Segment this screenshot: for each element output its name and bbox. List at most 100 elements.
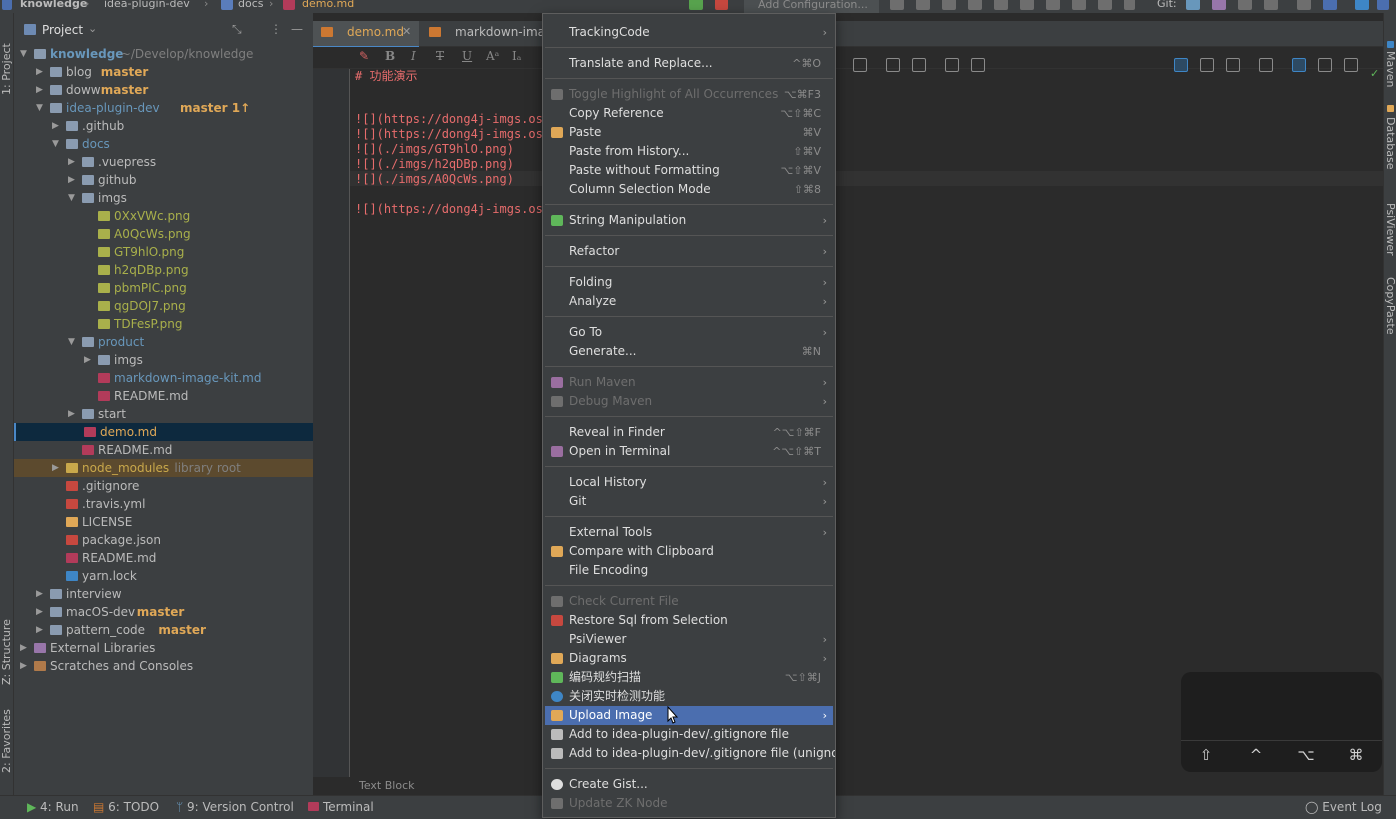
profile-icon[interactable] [968, 0, 982, 10]
menu-item-column-selection-mode[interactable]: Column Selection Mode ⇧⌘8 [545, 180, 833, 199]
image-icon[interactable] [945, 58, 959, 72]
menu-item-paste[interactable]: Paste ⌘V [545, 123, 833, 142]
subscript-icon[interactable]: Iₐ [512, 49, 521, 63]
tree-row[interactable]: package.json [14, 531, 313, 549]
tab-demo-md[interactable]: demo.md ✕ [313, 21, 419, 49]
breadcrumb-demo-md[interactable]: demo.md [302, 0, 354, 10]
menu-item-restore-sql-from-selection[interactable]: Restore Sql from Selection [545, 611, 833, 630]
underline-icon[interactable]: U [462, 49, 472, 63]
tree-row[interactable]: TDFesP.png [14, 315, 313, 333]
italic-icon[interactable]: I [411, 49, 416, 63]
chevron-right-icon[interactable]: ▶ [68, 405, 78, 423]
translate-icon[interactable] [1355, 0, 1369, 10]
search-icon[interactable] [1297, 0, 1311, 10]
collapse-all-icon[interactable]: ⤡ [232, 22, 242, 37]
menu-item-debug-maven[interactable]: Debug Maven › [545, 392, 833, 411]
menu-item-external-tools[interactable]: External Tools › [545, 523, 833, 542]
version-control-tool-tab[interactable]: ᛘ 9: Version Control [176, 800, 294, 814]
tree-row[interactable]: ▶ .vuepress [14, 153, 313, 171]
tool-icon[interactable] [1098, 0, 1112, 10]
chevron-right-icon[interactable]: ▶ [84, 351, 94, 369]
chevron-down-icon[interactable]: ⌄ [88, 22, 97, 35]
menu-item-check-current-file[interactable]: Check Current File [545, 592, 833, 611]
table-icon[interactable] [853, 58, 867, 72]
tree-row[interactable]: yarn.lock [14, 567, 313, 585]
tree-row[interactable]: qgDOJ7.png [14, 297, 313, 315]
menu-item-copy-reference[interactable]: Copy Reference ⌥⇧⌘C [545, 104, 833, 123]
chevron-right-icon[interactable]: ▶ [36, 621, 46, 639]
debug-icon[interactable] [916, 0, 930, 10]
more-options-icon[interactable]: ⋮ [270, 22, 282, 36]
chevron-down-icon[interactable]: ▼ [36, 99, 46, 117]
project-tool-tab[interactable]: 1: Project [0, 43, 13, 95]
tree-row[interactable]: ▶ blog master [14, 63, 313, 81]
chevron-right-icon[interactable]: ▶ [36, 585, 46, 603]
menu-item-toggle-highlight-of-all-occurrences[interactable]: Toggle Highlight of All Occurrences ⌥⌘F3 [545, 85, 833, 104]
tree-row[interactable]: ▶ macOS-dev master [14, 603, 313, 621]
edit-icon[interactable] [1226, 58, 1240, 72]
tree-row[interactable]: pbmPIC.png [14, 279, 313, 297]
layout-icon[interactable] [1318, 58, 1332, 72]
tree-row[interactable]: ▶ imgs [14, 351, 313, 369]
menu-item-folding[interactable]: Folding › [545, 273, 833, 292]
menu-item-paste-from-history[interactable]: Paste from History... ⇧⌘V [545, 142, 833, 161]
add-configuration-button[interactable]: Add Configuration... [744, 0, 879, 13]
build-hammer-icon[interactable] [715, 0, 728, 10]
menu-item-file-encoding[interactable]: File Encoding [545, 561, 833, 580]
menu-item-upload-image[interactable]: Upload Image › [545, 706, 833, 725]
tool-icon[interactable] [1046, 0, 1060, 10]
tree-row[interactable]: ▶ External Libraries [14, 639, 313, 657]
tree-row[interactable]: .gitignore [14, 477, 313, 495]
chevron-right-icon[interactable]: ▶ [36, 63, 46, 81]
superscript-icon[interactable]: Aᵃ [486, 49, 499, 63]
option-key[interactable]: ⌥ [1281, 742, 1331, 768]
menu-item-git[interactable]: Git › [545, 492, 833, 511]
split-view-icon[interactable] [1292, 58, 1306, 72]
tool-icon[interactable] [994, 0, 1008, 10]
git-update-icon[interactable] [1186, 0, 1200, 10]
copy-icon[interactable] [971, 58, 985, 72]
control-key[interactable]: ^ [1231, 742, 1281, 768]
tree-row[interactable]: ▼ docs [14, 135, 313, 153]
tree-row[interactable]: ▼ idea-plugin-dev master 1↑ [14, 99, 313, 117]
chevron-right-icon[interactable]: ▶ [68, 171, 78, 189]
breadcrumb-docs[interactable]: docs [238, 0, 264, 10]
menu-item-open-in-terminal[interactable]: Open in Terminal ^⌥⇧⌘T [545, 442, 833, 461]
tree-row[interactable]: A0QcWs.png [14, 225, 313, 243]
breadcrumb-idea-plugin-dev[interactable]: idea-plugin-dev [104, 0, 190, 10]
tool-icon[interactable] [1072, 0, 1086, 10]
tree-row[interactable]: ▶ interview [14, 585, 313, 603]
menu-item-compare-with-clipboard[interactable]: Compare with Clipboard [545, 542, 833, 561]
bold-icon[interactable]: B [385, 49, 395, 63]
tree-row[interactable]: h2qDBp.png [14, 261, 313, 279]
hide-panel-icon[interactable]: — [291, 22, 303, 36]
menu-item-cjk[interactable]: 编码规约扫描 ⌥⇧⌘J [545, 668, 833, 687]
menu-item-string-manipulation[interactable]: String Manipulation › [545, 211, 833, 230]
run-icon[interactable] [890, 0, 904, 10]
chevron-right-icon[interactable]: ▶ [68, 153, 78, 171]
terminal-icon[interactable] [689, 0, 703, 10]
tree-row[interactable]: ▶ github [14, 171, 313, 189]
coverage-icon[interactable] [942, 0, 956, 10]
copypaste-tool-tab[interactable]: CopyPaste [1384, 277, 1396, 335]
chevron-right-icon[interactable]: ▶ [20, 639, 30, 657]
menu-item-run-maven[interactable]: Run Maven › [545, 373, 833, 392]
menu-item-translate-and-replace[interactable]: Translate and Replace... ^⌘O [545, 54, 833, 73]
menu-item-refactor[interactable]: Refactor › [545, 242, 833, 261]
favorites-tool-tab[interactable]: 2: Favorites [0, 709, 13, 773]
menu-item-go-to[interactable]: Go To › [545, 323, 833, 342]
tree-row[interactable]: ▶ start [14, 405, 313, 423]
menu-item-psiviewer[interactable]: PsiViewer › [545, 630, 833, 649]
menu-item-cjk[interactable]: 关闭实时检测功能 [545, 687, 833, 706]
format-icon[interactable] [886, 58, 900, 72]
menu-item-update-zk-node[interactable]: Update ZK Node [545, 794, 833, 813]
tree-row[interactable]: ▶ Scratches and Consoles [14, 657, 313, 675]
markdown-mode-icon[interactable] [1174, 58, 1188, 72]
tree-row[interactable]: ▶ pattern_code master [14, 621, 313, 639]
tree-row[interactable]: ▼ product [14, 333, 313, 351]
tree-row[interactable]: LICENSE [14, 513, 313, 531]
tool-icon[interactable] [1020, 0, 1034, 10]
strikethrough-icon[interactable]: T [436, 49, 444, 63]
terminal-tool-tab[interactable]: Terminal [308, 800, 374, 814]
command-key[interactable]: ⌘ [1331, 742, 1381, 768]
